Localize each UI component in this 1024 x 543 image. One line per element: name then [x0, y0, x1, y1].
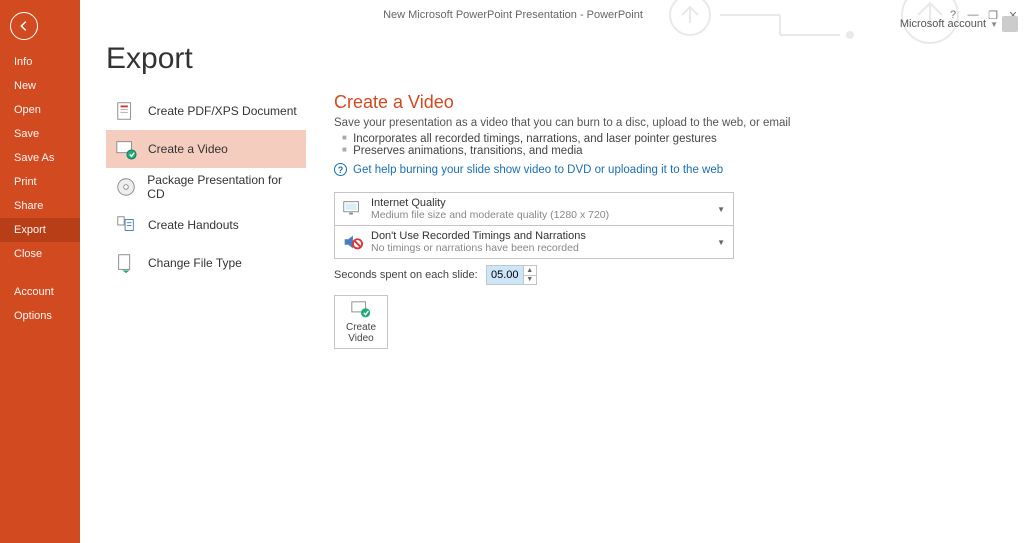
export-pdfxps-label: Create PDF/XPS Document	[148, 104, 297, 118]
sidebar-item-account[interactable]: Account	[0, 280, 80, 304]
handouts-icon	[114, 213, 138, 237]
backstage-sidebar: Info New Open Save Save As Print Share E…	[0, 0, 80, 543]
export-options-list: Create PDF/XPS Document Create a Video P…	[106, 92, 306, 349]
video-icon	[114, 137, 138, 161]
main-content: Export Create PDF/XPS Document Create a …	[80, 30, 1024, 543]
create-video-label-1: Create	[346, 322, 376, 333]
back-button[interactable]	[10, 12, 38, 40]
pdf-icon	[114, 99, 138, 123]
seconds-spinner[interactable]: ▲ ▼	[486, 265, 537, 285]
quality-title: Internet Quality	[371, 197, 717, 209]
chevron-down-icon: ▼	[717, 205, 725, 214]
detail-bullet-list: Incorporates all recorded timings, narra…	[342, 133, 1004, 157]
export-pdfxps[interactable]: Create PDF/XPS Document	[106, 92, 306, 130]
spinner-up[interactable]: ▲	[524, 266, 536, 275]
timings-sub: No timings or narrations have been recor…	[371, 242, 717, 254]
export-video-label: Create a Video	[148, 142, 228, 156]
sidebar-item-open[interactable]: Open	[0, 98, 80, 122]
export-handouts-label: Create Handouts	[148, 218, 239, 232]
seconds-per-slide-row: Seconds spent on each slide: ▲ ▼	[334, 265, 1004, 285]
title-bar: New Microsoft PowerPoint Presentation - …	[80, 0, 1024, 30]
account-label: Microsoft account	[900, 18, 986, 30]
page-title: Export	[106, 42, 1004, 76]
timings-dropdown[interactable]: Don't Use Recorded Timings and Narration…	[334, 226, 734, 259]
export-filetype-label: Change File Type	[148, 256, 242, 270]
export-cd-label: Package Presentation for CD	[147, 173, 298, 201]
monitor-icon	[341, 198, 363, 220]
quality-dropdown[interactable]: Internet Quality Medium file size and mo…	[334, 192, 734, 226]
spinner-down[interactable]: ▼	[524, 275, 536, 284]
window-title: New Microsoft PowerPoint Presentation - …	[80, 9, 946, 21]
chevron-down-icon: ▼	[717, 238, 725, 247]
narration-off-icon	[341, 231, 363, 253]
quality-sub: Medium file size and moderate quality (1…	[371, 209, 717, 221]
export-detail-pane: Create a Video Save your presentation as…	[334, 92, 1004, 349]
sidebar-item-saveas[interactable]: Save As	[0, 146, 80, 170]
sidebar-item-info[interactable]: Info	[0, 50, 80, 74]
help-link[interactable]: ? Get help burning your slide show video…	[334, 163, 1004, 176]
detail-description: Save your presentation as a video that y…	[334, 117, 1004, 129]
export-filetype[interactable]: Change File Type	[106, 244, 306, 282]
sidebar-item-close[interactable]: Close	[0, 242, 80, 266]
seconds-input[interactable]	[487, 266, 523, 284]
sidebar-item-new[interactable]: New	[0, 74, 80, 98]
bullet-item: Incorporates all recorded timings, narra…	[342, 133, 1004, 145]
help-question-icon: ?	[334, 163, 347, 176]
sidebar-item-print[interactable]: Print	[0, 170, 80, 194]
bullet-item: Preserves animations, transitions, and m…	[342, 145, 1004, 157]
create-video-label-2: Video	[348, 333, 373, 344]
sidebar-item-options[interactable]: Options	[0, 304, 80, 328]
export-video[interactable]: Create a Video	[106, 130, 306, 168]
sidebar-item-save[interactable]: Save	[0, 122, 80, 146]
video-settings: Internet Quality Medium file size and mo…	[334, 192, 734, 259]
timings-title: Don't Use Recorded Timings and Narration…	[371, 230, 717, 242]
help-link-text: Get help burning your slide show video t…	[353, 164, 723, 176]
sidebar-item-export[interactable]: Export	[0, 218, 80, 242]
cd-icon	[114, 175, 137, 199]
detail-heading: Create a Video	[334, 92, 1004, 113]
seconds-label: Seconds spent on each slide:	[334, 269, 478, 281]
export-handouts[interactable]: Create Handouts	[106, 206, 306, 244]
create-video-button[interactable]: Create Video	[334, 295, 388, 349]
filetype-icon	[114, 251, 138, 275]
chevron-down-icon: ▼	[990, 20, 998, 29]
sidebar-item-share[interactable]: Share	[0, 194, 80, 218]
export-cd[interactable]: Package Presentation for CD	[106, 168, 306, 206]
back-arrow-icon	[17, 19, 31, 33]
create-video-icon	[350, 300, 372, 320]
